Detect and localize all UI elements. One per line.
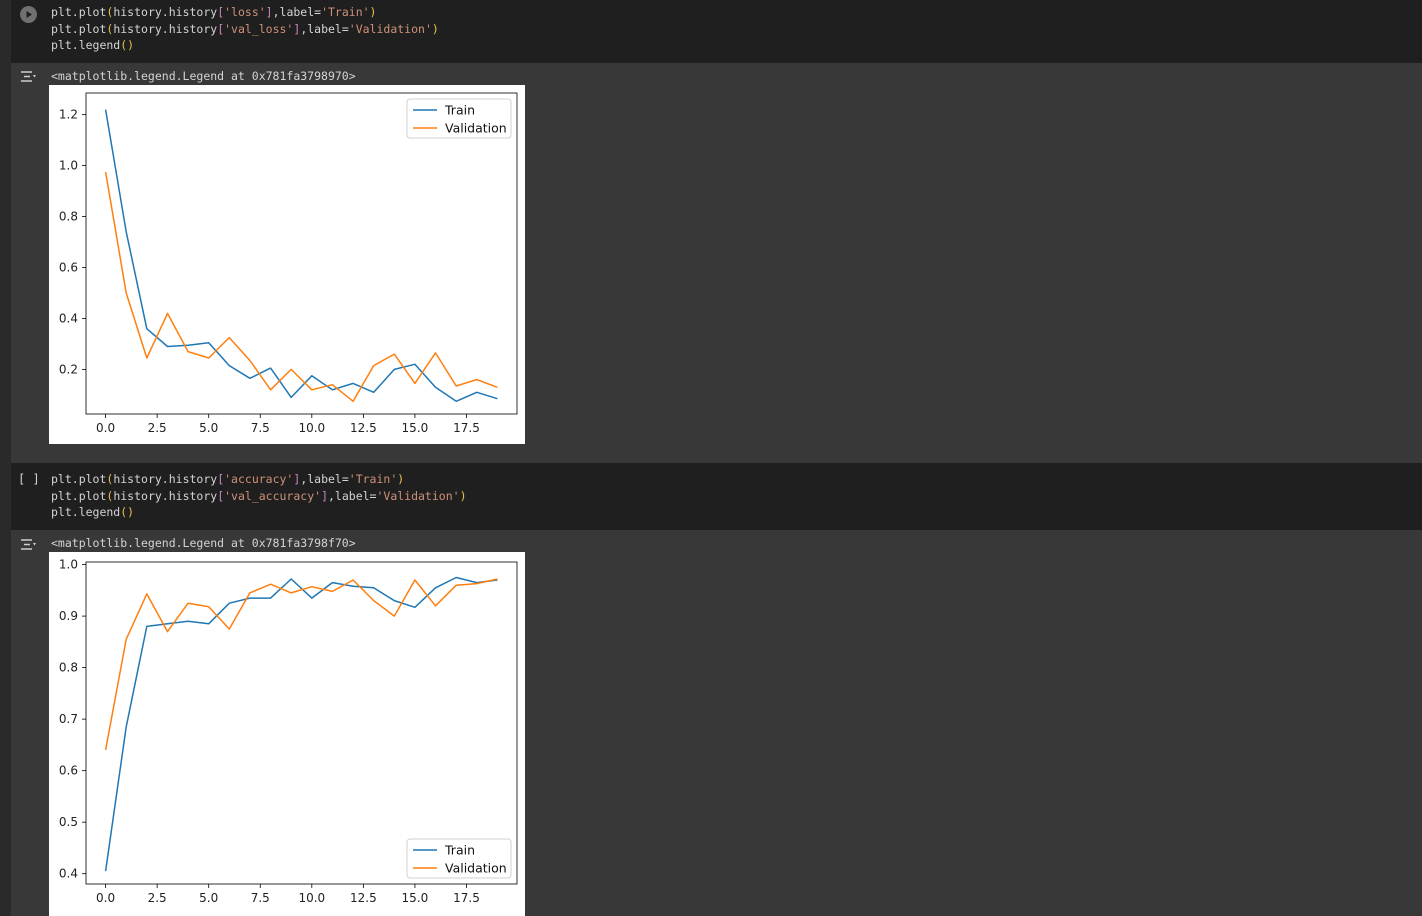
x-tick-label: 10.0 bbox=[298, 421, 325, 435]
series-line-validation bbox=[104, 578, 498, 751]
series-line-validation bbox=[104, 171, 498, 403]
y-tick-label: 1.2 bbox=[59, 108, 78, 122]
y-tick-label: 1.0 bbox=[59, 159, 78, 173]
code-token: plt.plot bbox=[51, 472, 107, 486]
y-tick-label: 0.8 bbox=[59, 661, 78, 675]
code-editor-1[interactable]: plt.plot(history.history['loss'],label='… bbox=[51, 4, 439, 54]
accuracy-chart: 0.0 2.5 5.0 7.5 10.0 12.5 15.0 17.5 0.4 0.5 0.6 0.7… bbox=[49, 552, 525, 916]
legend-label: Validation bbox=[445, 121, 507, 136]
output-text-1: <matplotlib.legend.Legend at 0x781fa3798… bbox=[51, 69, 356, 83]
code-token: 'Train' bbox=[321, 5, 370, 19]
code-token: plt.plot bbox=[51, 5, 107, 19]
x-tick-label: 15.0 bbox=[402, 891, 429, 905]
run-cell-button[interactable] bbox=[20, 6, 37, 23]
code-line: plt.plot(history.history['val_loss'],lab… bbox=[51, 21, 439, 38]
code-token: 'Train' bbox=[348, 472, 398, 486]
code-token: plt.legend bbox=[51, 505, 121, 519]
code-editor-2[interactable]: plt.plot(history.history['accuracy'],lab… bbox=[51, 471, 467, 521]
y-tick-label: 0.2 bbox=[59, 362, 78, 376]
x-tick-label: 7.5 bbox=[251, 421, 270, 435]
y-tick-label: 0.5 bbox=[59, 815, 78, 829]
x-tick-label: 0.0 bbox=[96, 421, 115, 435]
output-toggle-icon[interactable] bbox=[20, 538, 37, 552]
legend-label: Train bbox=[444, 843, 475, 858]
code-token: history.history bbox=[113, 21, 218, 36]
left-gutter bbox=[0, 0, 11, 916]
code-token: 'val_loss' bbox=[224, 21, 294, 36]
y-tick-label: 0.6 bbox=[59, 764, 78, 778]
code-token: () bbox=[120, 38, 135, 52]
code-token: history.history bbox=[113, 5, 218, 19]
output-text-2: <matplotlib.legend.Legend at 0x781fa3798… bbox=[51, 536, 356, 550]
code-token: ] bbox=[321, 488, 328, 503]
x-tick-label: 17.5 bbox=[453, 891, 480, 905]
legend-label: Train bbox=[444, 103, 475, 118]
play-icon bbox=[20, 6, 37, 23]
code-token: () bbox=[120, 505, 135, 519]
code-token: plt.plot bbox=[51, 488, 107, 503]
loss-chart: 0.0 2.5 5.0 7.5 10.0 12.5 15.0 17.5 0.2 0.4 0.6 0.8… bbox=[49, 85, 525, 444]
code-line: plt.plot(history.history['accuracy'],lab… bbox=[51, 471, 467, 488]
x-tick-label: 7.5 bbox=[251, 891, 270, 905]
code-token: ) bbox=[431, 21, 439, 36]
code-token: 'loss' bbox=[224, 5, 266, 19]
code-token: history.history bbox=[113, 488, 218, 503]
series-line-train bbox=[104, 576, 498, 872]
code-token: history.history bbox=[113, 472, 218, 486]
code-token: ,label= bbox=[300, 21, 349, 36]
x-tick-label: 10.0 bbox=[298, 891, 325, 905]
code-token: ) bbox=[459, 488, 467, 503]
y-tick-label: 0.4 bbox=[59, 311, 78, 325]
x-tick-label: 5.0 bbox=[199, 421, 218, 435]
x-tick-label: 17.5 bbox=[453, 421, 480, 435]
code-token: ,label= bbox=[272, 5, 322, 19]
y-tick-label: 0.8 bbox=[59, 210, 78, 224]
y-tick-label: 0.7 bbox=[59, 712, 78, 726]
x-tick-label: 12.5 bbox=[350, 891, 377, 905]
x-tick-label: 15.0 bbox=[402, 421, 429, 435]
code-token: ,label= bbox=[328, 488, 377, 503]
plot-frame bbox=[85, 561, 518, 885]
code-token: ] bbox=[265, 5, 273, 19]
x-tick-label: 5.0 bbox=[199, 891, 218, 905]
legend-label: Validation bbox=[445, 861, 507, 876]
cell-bracket[interactable]: [ ] bbox=[18, 472, 40, 486]
output-toggle-icon[interactable] bbox=[20, 70, 37, 84]
code-token: 'Validation' bbox=[348, 21, 432, 36]
plot-frame bbox=[85, 92, 518, 415]
code-token: plt.legend bbox=[51, 38, 121, 52]
code-token: ,label= bbox=[300, 472, 349, 486]
x-tick-label: 0.0 bbox=[96, 891, 115, 905]
code-token: ) bbox=[397, 472, 405, 486]
y-tick-label: 0.6 bbox=[59, 261, 78, 275]
code-line: plt.plot(history.history['loss'],label='… bbox=[51, 4, 439, 21]
code-line: plt.plot(history.history['val_accuracy']… bbox=[51, 488, 467, 505]
x-tick-label: 2.5 bbox=[148, 421, 167, 435]
x-tick-label: 2.5 bbox=[148, 891, 167, 905]
code-token: 'Validation' bbox=[376, 488, 460, 503]
code-token: plt.plot bbox=[51, 21, 107, 36]
code-token: 'accuracy' bbox=[224, 472, 294, 486]
code-line: plt.legend() bbox=[51, 504, 467, 521]
y-tick-label: 1.0 bbox=[59, 558, 78, 572]
code-token: ) bbox=[369, 5, 377, 19]
code-token: 'val_accuracy' bbox=[224, 488, 322, 503]
x-tick-label: 12.5 bbox=[350, 421, 377, 435]
y-tick-label: 0.4 bbox=[59, 867, 78, 881]
y-tick-label: 0.9 bbox=[59, 609, 78, 623]
code-line: plt.legend() bbox=[51, 37, 439, 54]
